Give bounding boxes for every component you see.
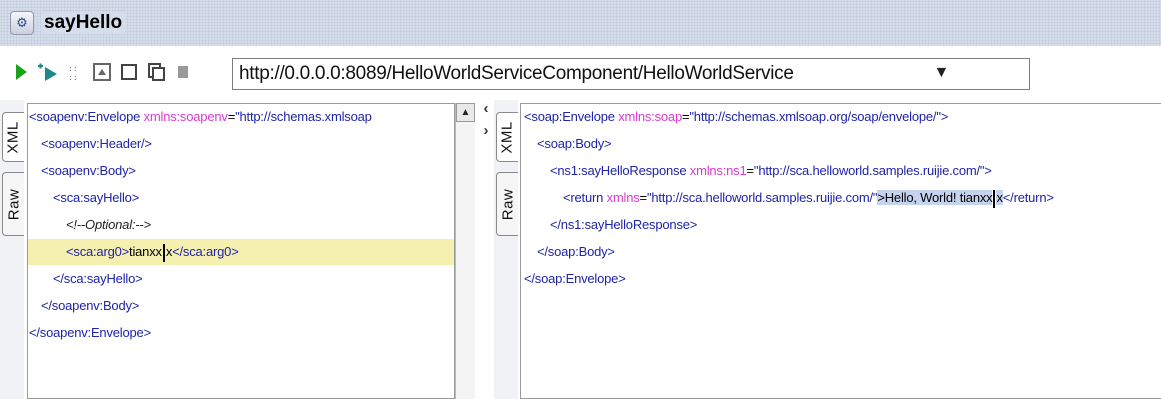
soap-document-icon: ⚙: [10, 11, 34, 35]
request-scrollbar[interactable]: ▲: [455, 103, 475, 399]
window-title: sayHello: [41, 12, 126, 34]
scroll-up-icon[interactable]: ▲: [456, 103, 475, 122]
code-line: <soapenv:Envelope xmlns:soapenv="http://…: [29, 109, 372, 124]
code-line: </ns1:sayHelloResponse>: [550, 217, 698, 232]
chevron-down-icon[interactable]: ▼: [933, 64, 949, 82]
tab-label: XML: [499, 120, 516, 154]
tab-request-raw[interactable]: Raw: [2, 172, 24, 236]
code-line: <soap:Envelope xmlns:soap="http://schema…: [524, 109, 949, 124]
splitter[interactable]: ‹ ›: [479, 101, 493, 138]
chevron-right-icon[interactable]: ›: [484, 123, 489, 138]
tab-label: Raw: [5, 188, 23, 220]
code-line-current: <sca:arg0>tianxx x</sca:arg0>: [28, 239, 454, 265]
tidy-icon[interactable]: :: ::: [64, 60, 86, 84]
code-line: <soapenv:Body>: [41, 163, 136, 178]
code-line: <sca:sayHello>: [53, 190, 140, 205]
split-vertical-icon[interactable]: [91, 60, 113, 84]
endpoint-select[interactable]: http://0.0.0.0:8089/HelloWorldServiceCom…: [232, 58, 1030, 90]
code-line: </soapenv:Body>: [41, 298, 140, 313]
title-bar: ⚙ sayHello: [0, 0, 1161, 46]
split-horizontal-icon[interactable]: [118, 60, 140, 84]
tab-request-xml[interactable]: XML: [2, 112, 24, 162]
chevron-left-icon[interactable]: ‹: [484, 101, 489, 116]
selected-text: >Hello, World! tianxx: [877, 190, 993, 205]
text-caret: [162, 243, 165, 262]
code-line: <ns1:sayHelloResponse xmlns:ns1="http://…: [550, 163, 992, 178]
code-line: <soapenv:Header/>: [41, 136, 152, 151]
toolbar: :: :: http://0.0.0.0:8089/HelloWorldServ…: [0, 46, 1161, 98]
tab-label: Raw: [499, 188, 517, 220]
tab-label: XML: [5, 120, 22, 154]
code-line: </soapenv:Envelope>: [29, 325, 151, 340]
svg-text:::: ::: [68, 73, 78, 82]
run-icon[interactable]: [10, 60, 32, 84]
add-endpoint-icon[interactable]: [37, 60, 59, 84]
code-line: <soap:Body>: [537, 136, 612, 151]
code-line: </sca:sayHello>: [53, 271, 143, 286]
response-editor[interactable]: <soap:Envelope xmlns:soap="http://schema…: [520, 103, 1161, 399]
code-line: </soap:Body>: [537, 244, 615, 259]
stop-icon[interactable]: [172, 60, 194, 84]
tab-response-xml[interactable]: XML: [496, 112, 518, 162]
svg-text:::: ::: [68, 64, 78, 73]
code-line: <!--Optional:-->: [66, 217, 151, 232]
request-editor[interactable]: <soapenv:Envelope xmlns:soapenv="http://…: [27, 103, 455, 399]
endpoint-url: http://0.0.0.0:8089/HelloWorldServiceCom…: [239, 63, 794, 84]
code-line: <return xmlns="http://sca.helloworld.sam…: [521, 185, 1054, 211]
tab-response-raw[interactable]: Raw: [496, 172, 518, 236]
request-tabstrip: XML Raw: [0, 100, 24, 399]
code-line: </soap:Envelope>: [524, 271, 626, 286]
copy-icon[interactable]: [145, 60, 167, 84]
response-tabstrip: XML Raw: [494, 100, 518, 399]
